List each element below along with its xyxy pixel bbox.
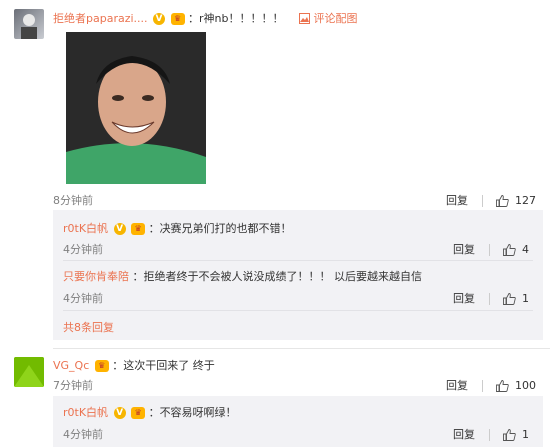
reply-text: 决赛兄弟们打的也都不错！: [159, 222, 292, 235]
reply-username[interactable]: r0tK白帆: [63, 222, 108, 235]
verified-icon: V: [113, 223, 126, 235]
like-button[interactable]: 1: [503, 292, 529, 305]
reply-box: r0tK白帆 V ♛ ：不容易呀啊绿！ 4分钟前 回复 1: [53, 396, 543, 447]
reply-actions: 回复 4: [453, 241, 529, 257]
reply-time: 4分钟前: [63, 292, 103, 305]
comment-actions: 回复 127: [446, 192, 536, 208]
image-icon: [299, 13, 311, 24]
comment-image-link[interactable]: 评论配图: [299, 12, 358, 25]
reply-text: 拒绝者终于不会被人说没成绩了！！！ 以后要越来越自信: [143, 270, 423, 283]
thumbs-up-icon: [503, 293, 516, 305]
comment-image[interactable]: [66, 32, 206, 184]
verified-icon: V: [153, 13, 166, 25]
like-button[interactable]: 4: [503, 243, 529, 256]
comment-time: 8分钟前: [53, 194, 93, 207]
reply-username[interactable]: r0tK白帆: [63, 406, 108, 419]
reply-actions: 回复 1: [453, 426, 529, 442]
crown-icon: ♛: [131, 407, 146, 419]
thumbs-up-icon: [496, 380, 509, 392]
reply-button[interactable]: 回复: [453, 428, 475, 441]
comment-text: 这次干回来了 终于: [123, 359, 215, 372]
avatar[interactable]: [14, 357, 44, 387]
reply-text: 不容易呀啊绿！: [159, 406, 237, 419]
reply-button[interactable]: 回复: [446, 194, 468, 207]
reply-button[interactable]: 回复: [453, 292, 475, 305]
like-button[interactable]: 100: [496, 379, 536, 392]
reply-time: 4分钟前: [63, 428, 103, 441]
comment-time: 7分钟前: [53, 379, 93, 392]
comment-username[interactable]: VG_Qc: [53, 359, 89, 372]
comment-username[interactable]: 拒绝者paparazi....: [53, 12, 148, 25]
reply-username[interactable]: 只要你肯奉陪: [63, 270, 129, 283]
like-button[interactable]: 127: [496, 194, 536, 207]
comment-text: r神nb！！！！！: [199, 12, 284, 25]
crown-icon: ♛: [131, 223, 146, 235]
verified-icon: V: [113, 407, 126, 419]
comment-actions: 回复 100: [446, 377, 536, 393]
comment-header: 拒绝者paparazi.... V ♛ ：r神nb！！！！！ 评论配图: [53, 12, 358, 25]
like-button[interactable]: 1: [503, 428, 529, 441]
more-replies-link[interactable]: 共8条回复: [63, 319, 114, 335]
thumbs-up-icon: [503, 429, 516, 441]
reply-button[interactable]: 回复: [446, 379, 468, 392]
comment-header: VG_Qc ♛ ：这次干回来了 终于: [53, 359, 215, 372]
reply-button[interactable]: 回复: [453, 243, 475, 256]
crown-icon: ♛: [170, 13, 185, 25]
crown-icon: ♛: [94, 360, 109, 372]
thumbs-up-icon: [496, 195, 509, 207]
reply-time: 4分钟前: [63, 243, 103, 256]
reply-box: r0tK白帆 V ♛ ：决赛兄弟们打的也都不错！ 4分钟前 回复 4 只要你肯奉…: [53, 210, 543, 340]
thumbs-up-icon: [503, 244, 516, 256]
reply-actions: 回复 1: [453, 290, 529, 306]
avatar[interactable]: [14, 9, 44, 39]
